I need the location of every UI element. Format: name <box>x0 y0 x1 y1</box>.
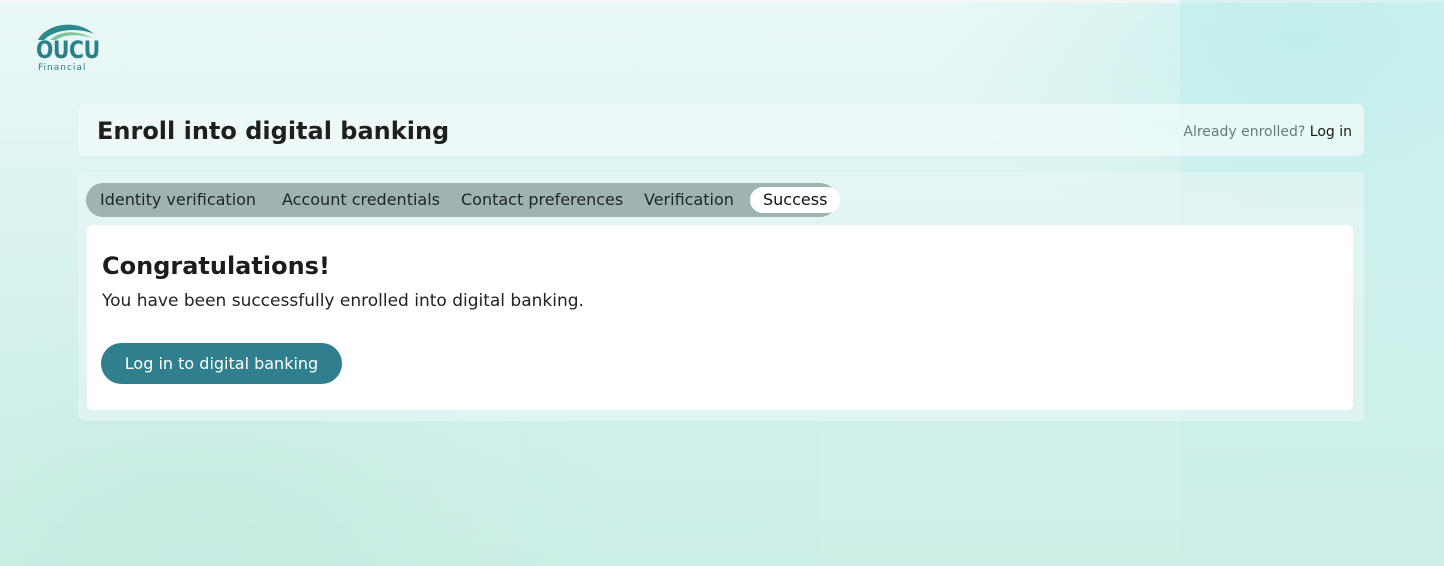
enrollment-panel: Identity verification Account credential… <box>78 172 1364 421</box>
logo-word: OUCU <box>36 36 100 64</box>
step-account-credentials[interactable]: Account credentials <box>282 187 440 213</box>
already-enrolled: Already enrolled? Log in <box>1183 123 1352 141</box>
login-digital-banking-button[interactable]: Log in to digital banking <box>101 343 342 384</box>
top-border <box>0 0 1444 3</box>
header-card: Enroll into digital banking Already enro… <box>78 104 1364 156</box>
step-success[interactable]: Success <box>750 187 841 213</box>
already-enrolled-text: Already enrolled? <box>1183 124 1306 140</box>
progress-stepper: Identity verification Account credential… <box>86 183 841 217</box>
page-title: Enroll into digital banking <box>97 117 450 145</box>
step-verification[interactable]: Verification <box>644 187 734 213</box>
login-link[interactable]: Log in <box>1310 124 1352 140</box>
success-message: You have been successfully enrolled into… <box>102 291 584 311</box>
step-identity-verification[interactable]: Identity verification <box>100 187 256 213</box>
brand-logo[interactable]: OUCU Financial <box>34 18 100 76</box>
logo-subtitle: Financial <box>38 63 87 73</box>
background-shape <box>520 420 820 566</box>
step-contact-preferences[interactable]: Contact preferences <box>461 187 623 213</box>
success-card: Congratulations! You have been successfu… <box>87 225 1353 410</box>
success-heading: Congratulations! <box>102 252 330 280</box>
